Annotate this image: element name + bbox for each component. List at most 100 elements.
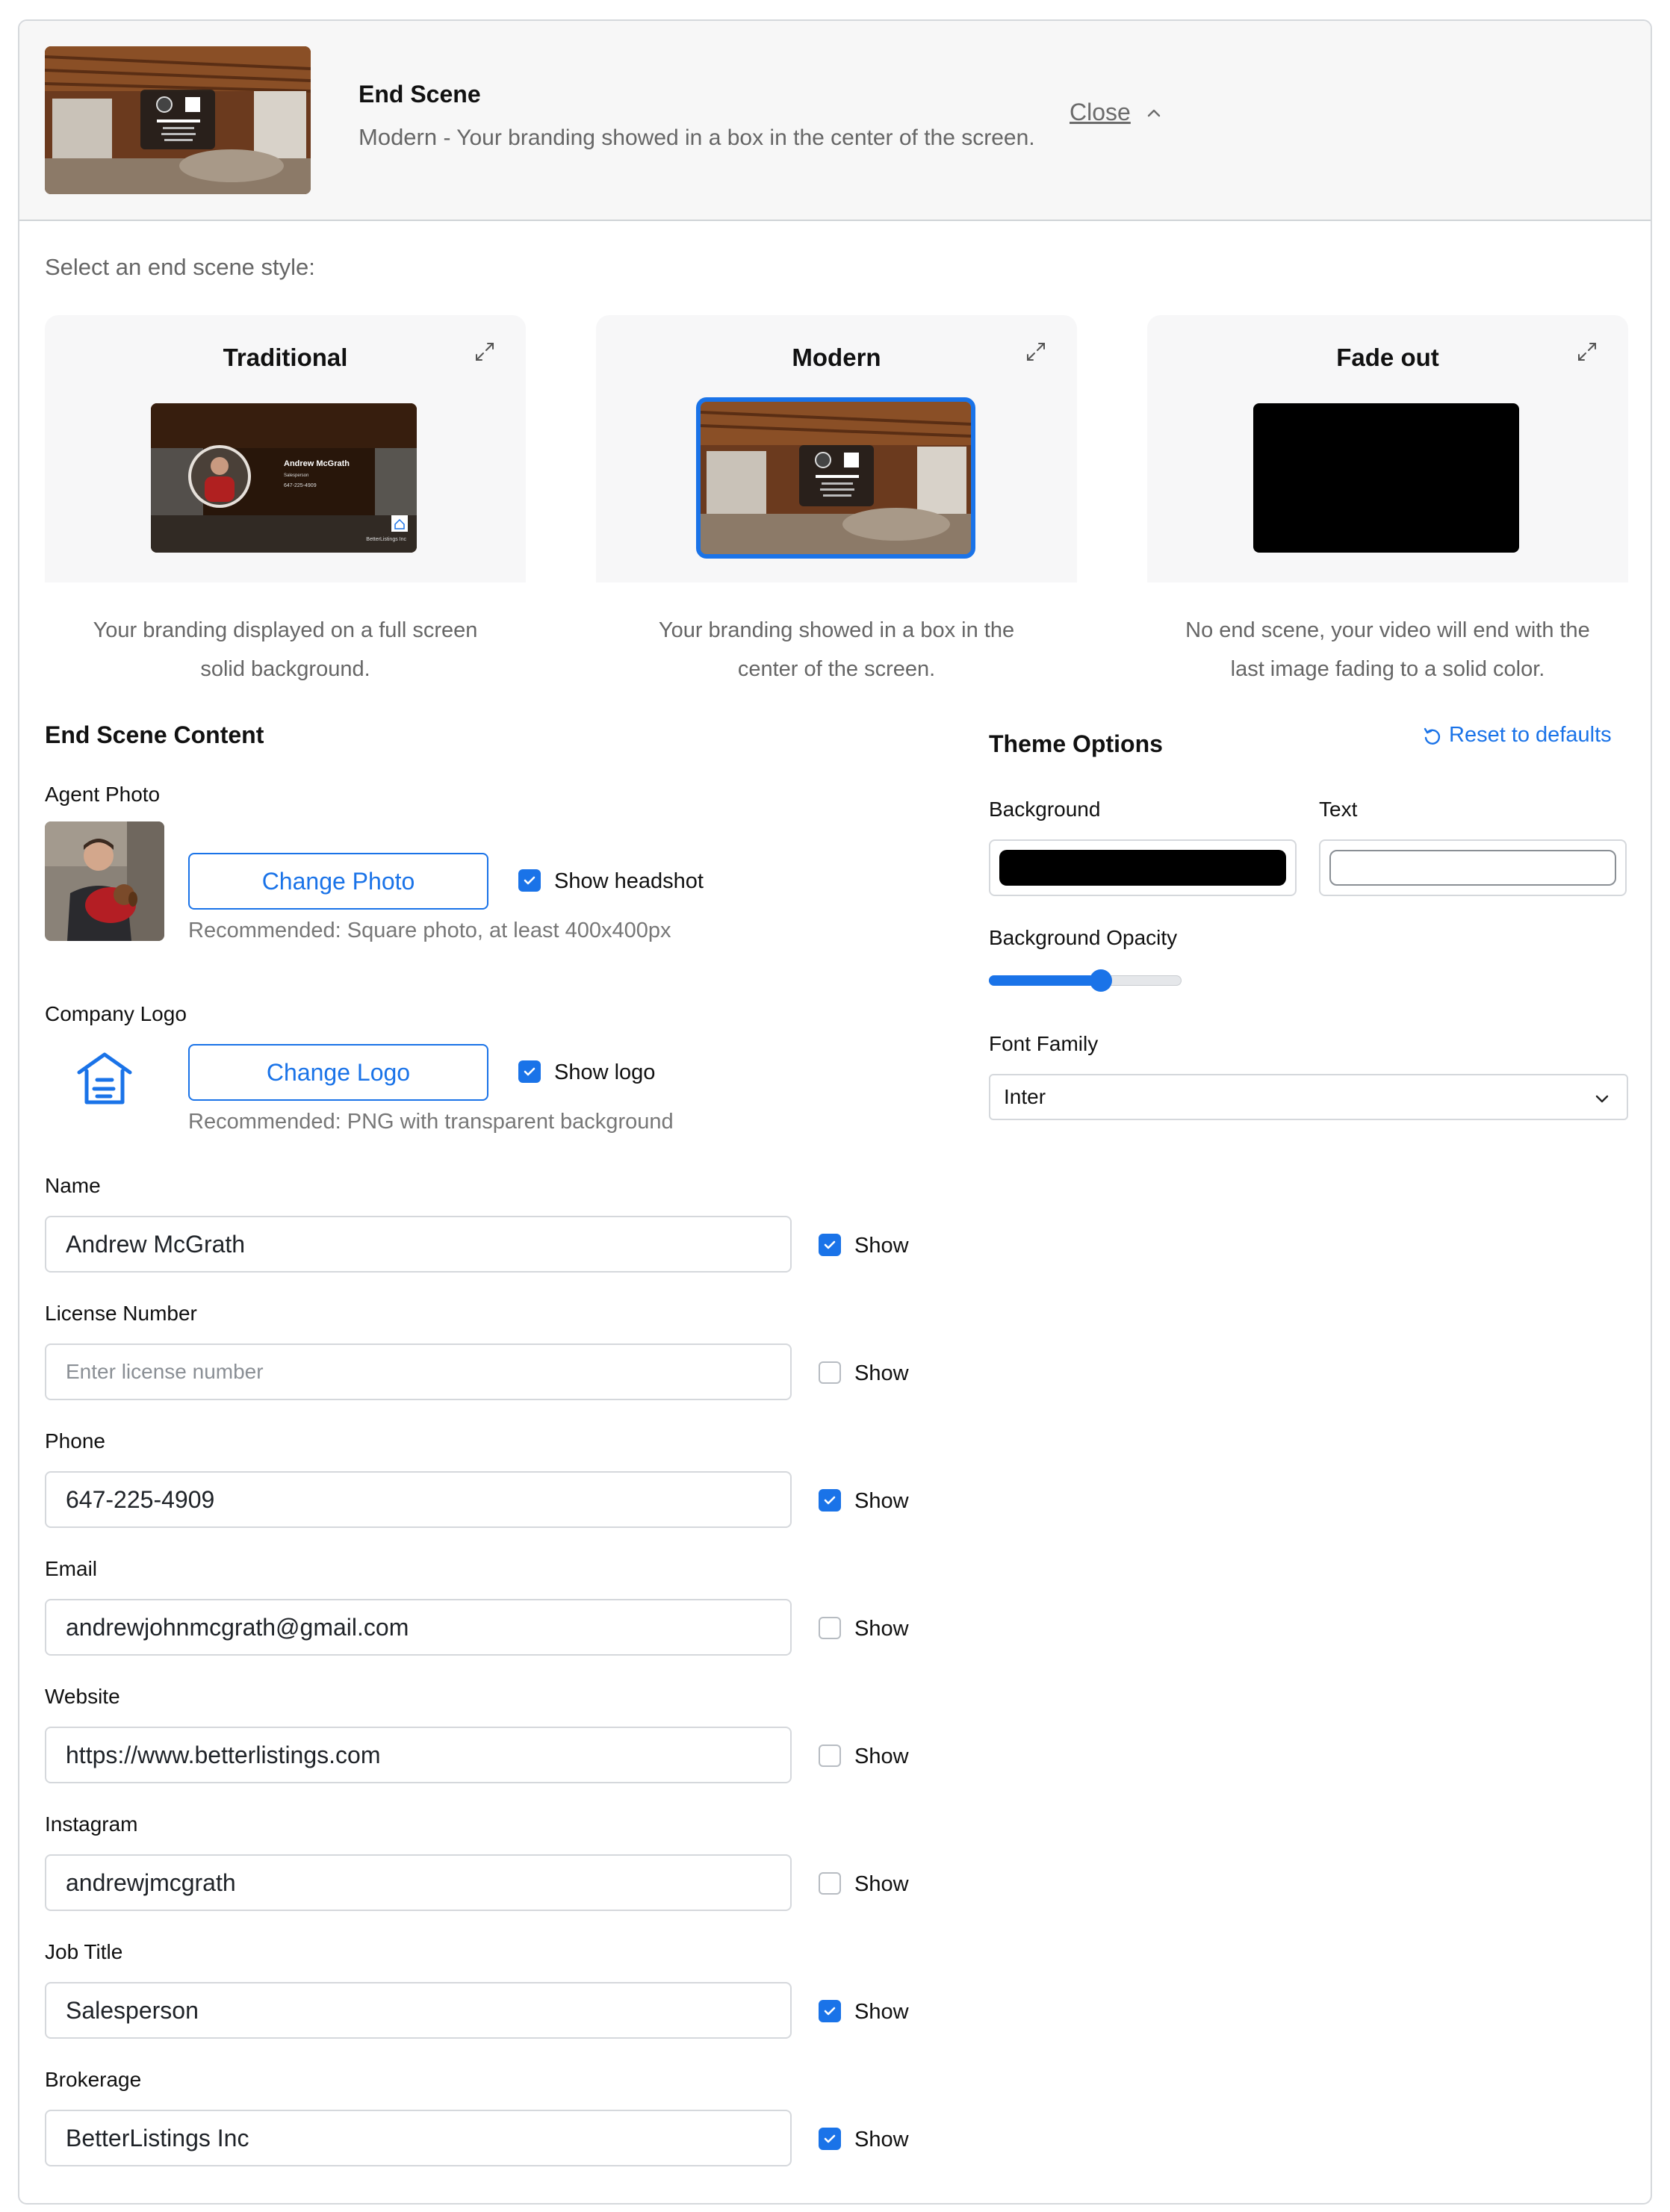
field-input[interactable]: Enter license number [45, 1343, 792, 1400]
header-preview-thumbnail [45, 46, 311, 194]
field-input[interactable]: Salesperson [45, 1982, 792, 2039]
close-button[interactable]: Close [1070, 99, 1131, 126]
show-field-label: Show [854, 2000, 909, 2024]
style-card-title: Fade out [1336, 344, 1439, 371]
text-color-label: Text [1319, 798, 1358, 821]
show-field-label: Show [854, 1745, 909, 1768]
style-card-fade-out[interactable]: Fade out [1147, 315, 1628, 582]
show-logo-label: Show logo [554, 1060, 656, 1084]
style-card-title: Traditional [223, 344, 348, 371]
checkmark-icon [824, 1240, 836, 1249]
background-color-picker[interactable] [989, 839, 1297, 896]
traditional-preview-brokerage: BetterListings Inc [366, 537, 406, 542]
field-label: Name [45, 1174, 101, 1197]
chevron-up-icon[interactable] [1143, 102, 1165, 124]
checkmark-icon [824, 2134, 836, 2143]
photo-hint: Recommended: Square photo, at least 400x… [188, 919, 671, 942]
field-input[interactable]: andrewjmcgrath [45, 1854, 792, 1911]
text-color-picker[interactable] [1319, 839, 1627, 896]
background-color-swatch [999, 850, 1286, 886]
company-logo-image [45, 1016, 164, 1135]
field-input[interactable]: andrewjohnmcgrath@gmail.com [45, 1599, 792, 1656]
checkmark-icon [524, 876, 536, 885]
traditional-preview-title: Salesperson [284, 473, 308, 478]
show-field-checkbox[interactable] [819, 1489, 841, 1512]
checkmark-icon [824, 1496, 836, 1505]
description-line: No end scene, your video will end with t… [1185, 618, 1590, 642]
fade-out-preview-image [1253, 403, 1519, 553]
text-color-swatch [1329, 850, 1616, 886]
style-card-modern[interactable]: Modern [596, 315, 1077, 582]
show-field-checkbox[interactable] [819, 1361, 841, 1384]
show-field-label: Show [854, 1489, 909, 1513]
field-label: Email [45, 1557, 98, 1580]
style-select-label: Select an end scene style: [45, 254, 315, 280]
description-line: Your branding showed in a box in the [658, 618, 1015, 642]
checkmark-icon [524, 1067, 536, 1076]
fade-out-description: No end scene, your video will end with t… [1147, 611, 1628, 689]
show-field-label: Show [854, 2128, 909, 2152]
field-label: Phone [45, 1429, 105, 1453]
style-card-traditional[interactable]: Traditional Andrew McGrath Salesperson 6… [45, 315, 526, 582]
field-input[interactable]: Andrew McGrath [45, 1216, 792, 1273]
expand-icon[interactable] [474, 341, 496, 363]
field-label: Brokerage [45, 2068, 142, 2091]
content-section-title: End Scene Content [45, 721, 264, 748]
background-color-label: Background [989, 798, 1101, 821]
modern-preview-image [696, 397, 975, 559]
reset-defaults-button[interactable]: Reset to defaults [1449, 723, 1612, 748]
show-logo-checkbox[interactable] [518, 1060, 541, 1083]
background-opacity-label: Background Opacity [989, 926, 1178, 949]
description-line: last image fading to a solid color. [1230, 657, 1545, 681]
traditional-preview-name: Andrew McGrath [284, 459, 350, 468]
show-field-label: Show [854, 1361, 909, 1385]
agent-headshot [45, 821, 164, 941]
checkmark-icon [824, 2007, 836, 2016]
traditional-preview-image: Andrew McGrath Salesperson 647-225-4909 … [151, 403, 417, 553]
change-photo-button[interactable]: Change Photo [188, 853, 488, 910]
field-label: Job Title [45, 1940, 123, 1963]
font-family-value: Inter [1004, 1085, 1046, 1108]
traditional-preview-phone: 647-225-4909 [284, 483, 317, 488]
show-field-label: Show [854, 1872, 909, 1896]
show-field-checkbox[interactable] [819, 1617, 841, 1639]
end-scene-header: End Scene Modern - Your branding showed … [19, 21, 1651, 221]
show-field-checkbox[interactable] [819, 1745, 841, 1767]
modern-description: Your branding showed in a box in the cen… [596, 611, 1077, 689]
opacity-slider-fill [989, 975, 1101, 986]
description-line: center of the screen. [737, 657, 936, 681]
opacity-slider-thumb[interactable] [1089, 969, 1112, 992]
font-family-label: Font Family [989, 1032, 1099, 1055]
show-field-label: Show [854, 1234, 909, 1258]
expand-icon[interactable] [1576, 341, 1598, 363]
field-label: Instagram [45, 1812, 138, 1836]
reset-icon[interactable] [1422, 726, 1443, 747]
description-line: solid background. [200, 657, 370, 681]
show-headshot-checkbox[interactable] [518, 869, 541, 892]
header-description: Your branding showed in a box in the cen… [456, 125, 1035, 150]
change-logo-button[interactable]: Change Logo [188, 1044, 488, 1101]
end-scene-panel: End Scene Modern - Your branding showed … [18, 19, 1652, 2205]
traditional-description: Your branding displayed on a full screen… [45, 611, 526, 689]
show-field-checkbox[interactable] [819, 1234, 841, 1256]
show-field-checkbox[interactable] [819, 2128, 841, 2150]
header-subtitle: Modern - Your branding showed in a box i… [358, 124, 1035, 151]
show-field-checkbox[interactable] [819, 1872, 841, 1895]
expand-icon[interactable] [1025, 341, 1047, 363]
chevron-down-icon [1595, 1095, 1609, 1103]
field-input[interactable]: BetterListings Inc [45, 2110, 792, 2166]
field-label: License Number [45, 1302, 197, 1325]
show-field-label: Show [854, 1617, 909, 1641]
font-family-select[interactable]: Inter [989, 1074, 1628, 1120]
theme-section-title: Theme Options [989, 730, 1163, 757]
style-card-title: Modern [792, 344, 881, 371]
field-input[interactable]: https://www.betterlistings.com [45, 1727, 792, 1783]
show-headshot-label: Show headshot [554, 869, 704, 893]
header-separator: - [437, 125, 457, 150]
logo-hint: Recommended: PNG with transparent backgr… [188, 1110, 674, 1134]
field-label: Website [45, 1685, 120, 1708]
selected-style-name: Modern [358, 124, 438, 150]
show-field-checkbox[interactable] [819, 2000, 841, 2022]
agent-photo-label: Agent Photo [45, 783, 161, 806]
field-input[interactable]: 647-225-4909 [45, 1471, 792, 1528]
